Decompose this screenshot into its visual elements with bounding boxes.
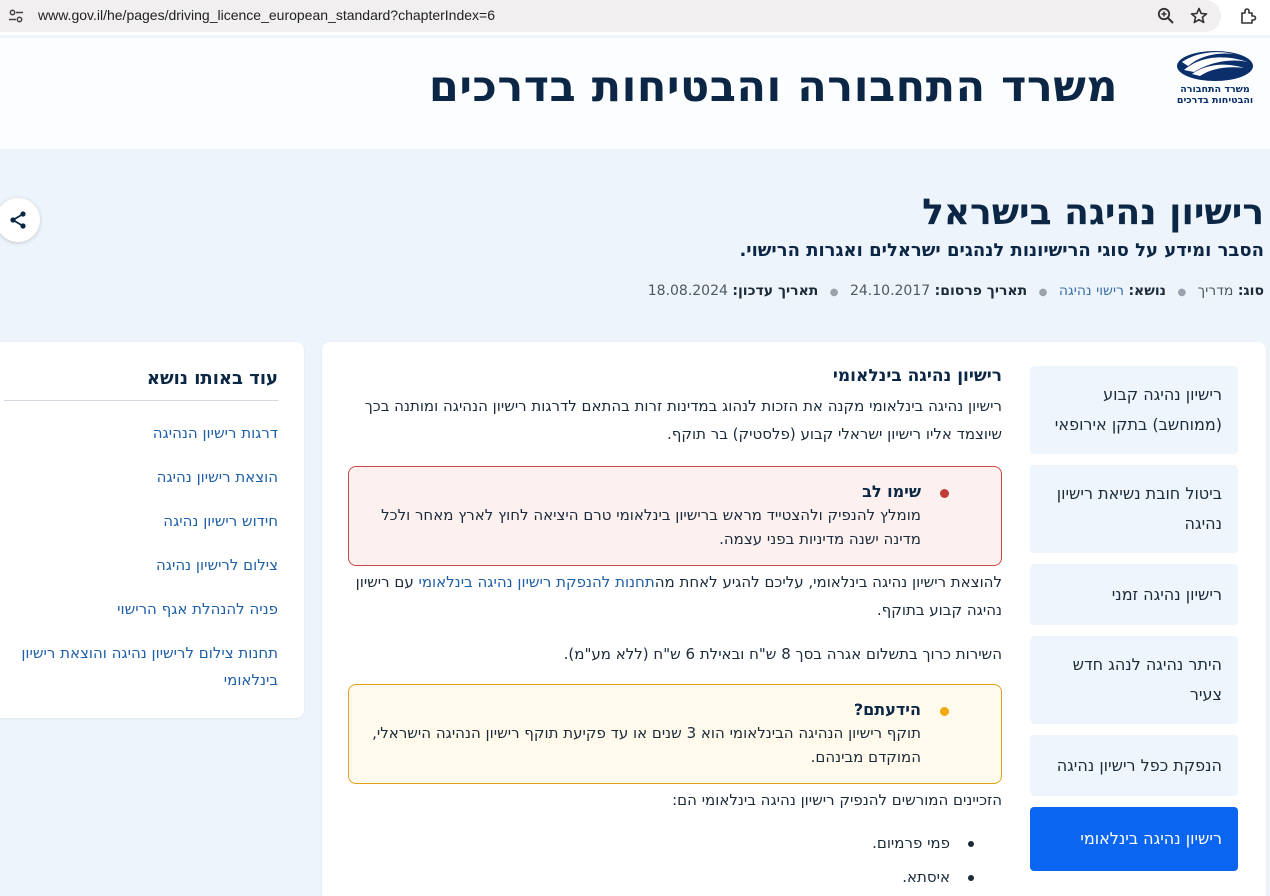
more-on-topic-card: עוד באותו נושא דרגות רישיון הנהיגה הוצאת… <box>0 342 304 718</box>
page-meta: סוג: מדריך ● נושא: רישוי נהיגה ● תאריך פ… <box>648 283 1264 299</box>
chapter-international-licence[interactable]: רישיון נהיגה בינלאומי <box>1030 807 1238 871</box>
logo-text-line2: והבטיחות בדרכים <box>1176 95 1254 106</box>
alert-dot-icon <box>940 489 949 498</box>
intro-paragraph: רישיון נהיגה בינלאומי מקנה את הזכות לנהו… <box>364 397 1002 443</box>
site-header: משרד התחבורה והבטיחות בדרכים משרד התחבור… <box>0 38 1270 149</box>
page-title: רישיון נהיגה בישראל <box>922 192 1264 233</box>
browser-address-bar: www.gov.il/he/pages/driving_licence_euro… <box>0 0 1270 35</box>
divider <box>4 400 278 401</box>
issue-stations-link[interactable]: תחנות להנפקת רישיון נהיגה בינלאומי <box>419 573 655 591</box>
meta-published-label: תאריך פרסום: <box>934 283 1028 299</box>
attention-alert: שימו לב מומלץ להנפיק ולהצטייד מראש ברישי… <box>348 466 1002 566</box>
meta-type-value: מדריך <box>1197 283 1234 299</box>
section-title: רישיון נהיגה בינלאומי <box>832 366 1002 386</box>
attention-alert-body: מומלץ להנפיק ולהצטייד מראש ברישיון בינלא… <box>381 506 921 548</box>
chapter-carry-obligation[interactable]: ביטול חובת נשיאת רישיון נהיגה <box>1030 465 1238 553</box>
more-link-licence-photo[interactable]: צילום לרישיון נהיגה <box>8 552 278 579</box>
logo-emblem-icon <box>1177 51 1253 81</box>
meta-type-label: סוג: <box>1237 283 1264 299</box>
zoom-icon[interactable] <box>1156 6 1176 26</box>
more-on-topic-title: עוד באותו נושא <box>146 368 278 389</box>
chapter-permanent-licence[interactable]: רישיון נהיגה קבוע (ממוחשב) בתקן אירופאי <box>1030 366 1238 454</box>
more-link-licence-grades[interactable]: דרגות רישיון הנהיגה <box>8 420 278 447</box>
meta-separator: ● <box>829 287 839 298</box>
extensions-icon[interactable] <box>1238 6 1258 26</box>
logo-text: משרד התחבורה והבטיחות בדרכים <box>1172 84 1258 106</box>
share-button[interactable] <box>0 198 40 242</box>
meta-separator: ● <box>1177 287 1187 298</box>
star-icon[interactable] <box>1189 6 1209 26</box>
page-subtitle: הסבר ומידע על סוגי הרישיונות לנהגים ישרא… <box>739 240 1264 261</box>
chapter-duplicate-licence[interactable]: הנפקת כפל רישיון נהיגה <box>1030 735 1238 796</box>
meta-topic-link[interactable]: רישוי נהיגה <box>1059 283 1124 299</box>
tune-icon[interactable] <box>8 8 24 24</box>
did-you-know-alert: הידעתם? תוקף רישיון הנהיגה הבינלאומי הוא… <box>348 684 1002 784</box>
chapter-young-driver-permit[interactable]: היתר נהיגה לנהג חדש צעיר <box>1030 636 1238 724</box>
chapter-content: רישיון נהיגה בינלאומי רישיון נהיגה בינלא… <box>348 366 1002 894</box>
meta-separator: ● <box>1038 287 1048 298</box>
fee-paragraph: השירות כרוך בתשלום אגרה בסך 8 ש"ח ובאילת… <box>563 645 1002 663</box>
issuers-intro: הזכיינים המורשים להנפיק רישיון נהיגה בינ… <box>672 791 1002 809</box>
list-item: איסתא. <box>348 860 1002 894</box>
meta-topic-label: נושא: <box>1128 283 1166 299</box>
more-on-topic-list: דרגות רישיון הנהיגה הוצאת רישיון נהיגה ח… <box>8 420 278 711</box>
more-link-photo-stations[interactable]: תחנות צילום לרישיון נהיגה והוצאת רישיון … <box>8 640 278 694</box>
did-you-know-body: תוקף רישיון הנהיגה הבינלאומי הוא 3 שנים … <box>372 724 921 766</box>
meta-updated-label: תאריך עדכון: <box>732 283 819 299</box>
more-link-contact-licensing[interactable]: פניה להנהלת אגף הרישוי <box>8 596 278 623</box>
did-you-know-title: הידעתם? <box>853 700 921 719</box>
logo-text-line1: משרד התחבורה <box>1180 84 1250 95</box>
attention-alert-title: שימו לב <box>862 482 921 501</box>
chapter-temporary-licence[interactable]: רישיון נהיגה זמני <box>1030 564 1238 625</box>
share-icon <box>10 211 26 229</box>
issue-text-before: להוצאת רישיון נהיגה בינלאומי, עליכם להגי… <box>654 573 1002 591</box>
issue-paragraph: להוצאת רישיון נהיגה בינלאומי, עליכם להגי… <box>348 568 1002 624</box>
issuers-list: פמי פרמיום. איסתא. <box>348 826 1002 894</box>
url-bar[interactable]: www.gov.il/he/pages/driving_licence_euro… <box>0 0 1221 32</box>
more-link-renew-licence[interactable]: חידוש רישיון נהיגה <box>8 508 278 535</box>
meta-updated-value: 18.08.2024 <box>647 283 728 299</box>
list-item: פמי פרמיום. <box>348 826 1002 860</box>
more-link-issue-licence[interactable]: הוצאת רישיון נהיגה <box>8 464 278 491</box>
ministry-title[interactable]: משרד התחבורה והבטיחות בדרכים <box>429 62 1118 112</box>
alert-dot-icon <box>940 707 949 716</box>
url-text[interactable]: www.gov.il/he/pages/driving_licence_euro… <box>38 7 495 23</box>
chapter-nav: רישיון נהיגה קבוע (ממוחשב) בתקן אירופאי … <box>1030 366 1238 882</box>
meta-published-value: 24.10.2017 <box>849 283 931 299</box>
